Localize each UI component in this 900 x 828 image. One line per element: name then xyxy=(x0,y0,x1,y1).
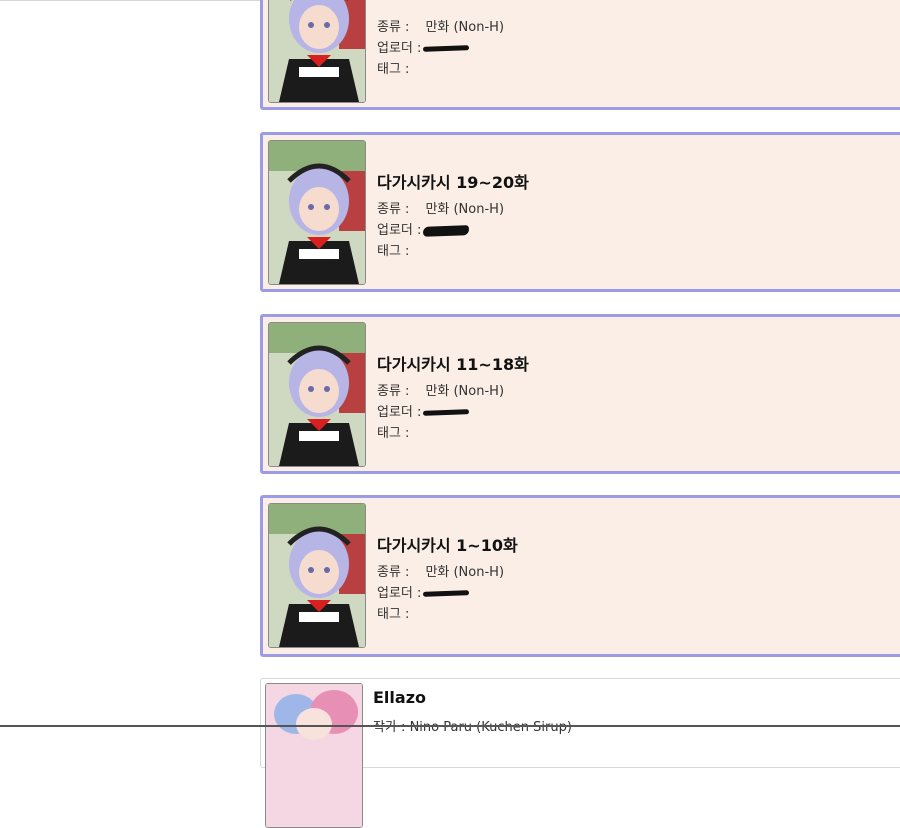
uploader-row: 업로더 : xyxy=(377,582,470,601)
gallery-thumbnail[interactable] xyxy=(268,503,366,648)
uploader-label: 업로더 : xyxy=(377,41,422,56)
tag-row: 태그 : xyxy=(377,422,409,441)
uploader-label: 업로더 : xyxy=(377,586,422,601)
gallery-thumbnail[interactable] xyxy=(268,140,366,285)
type-label: 종류 : xyxy=(377,202,410,217)
tag-row: 태그 : xyxy=(377,240,409,259)
uploader-label: 업로더 : xyxy=(377,223,422,238)
type-value: 만화 (Non-H) xyxy=(425,202,505,217)
gallery-title[interactable]: 다가시카시 11~18화 xyxy=(377,351,529,375)
author-value[interactable]: Nino Paru (Kuchen Sirup) xyxy=(410,720,572,735)
tag-label: 태그 : xyxy=(377,607,410,622)
uploader-redaction xyxy=(423,45,470,52)
gallery-thumbnail[interactable] xyxy=(268,0,366,103)
tag-label: 태그 : xyxy=(377,244,410,259)
type-label: 종류 : xyxy=(377,384,410,399)
gallery-card[interactable]: 다가시카시 1~10화 종류 : 만화 (Non-H) 업로더 : 태그 : xyxy=(260,495,900,657)
gallery-title[interactable]: 다가시카시 1~10화 xyxy=(377,532,518,556)
gallery-thumbnail[interactable] xyxy=(268,322,366,467)
tag-label: 태그 : xyxy=(377,426,410,441)
gallery-card[interactable]: 종류 : 만화 (Non-H) 업로더 : 태그 : xyxy=(260,0,900,110)
uploader-redaction xyxy=(423,224,470,237)
type-row: 종류 : 만화 (Non-H) xyxy=(377,561,504,580)
tag-row: 태그 : xyxy=(377,603,409,622)
gallery-card[interactable]: Ellazo 작가 : Nino Paru (Kuchen Sirup) xyxy=(260,678,900,828)
uploader-redaction xyxy=(423,590,470,597)
gallery-title[interactable]: Ellazo xyxy=(373,688,426,707)
uploader-row: 업로더 : xyxy=(377,219,470,238)
type-value: 만화 (Non-H) xyxy=(425,565,505,580)
gallery-card[interactable]: 다가시카시 19~20화 종류 : 만화 (Non-H) 업로더 : 태그 : xyxy=(260,132,900,292)
uploader-row: 업로더 : xyxy=(377,37,470,56)
type-label: 종류 : xyxy=(377,20,410,35)
type-value: 만화 (Non-H) xyxy=(425,20,505,35)
type-value: 만화 (Non-H) xyxy=(425,384,505,399)
gallery-card[interactable]: 다가시카시 11~18화 종류 : 만화 (Non-H) 업로더 : 태그 : xyxy=(260,314,900,474)
tag-label: 태그 : xyxy=(377,62,410,77)
type-row: 종류 : 만화 (Non-H) xyxy=(377,380,504,399)
gallery-title[interactable]: 다가시카시 19~20화 xyxy=(377,169,529,193)
tag-row: 태그 : xyxy=(377,58,409,77)
type-row: 종류 : 만화 (Non-H) xyxy=(377,198,504,217)
uploader-row: 업로더 : xyxy=(377,401,470,420)
type-row: 종류 : 만화 (Non-H) xyxy=(377,16,504,35)
gallery-thumbnail[interactable] xyxy=(265,683,363,828)
uploader-redaction xyxy=(423,409,470,416)
type-label: 종류 : xyxy=(377,565,410,580)
uploader-label: 업로더 : xyxy=(377,405,422,420)
